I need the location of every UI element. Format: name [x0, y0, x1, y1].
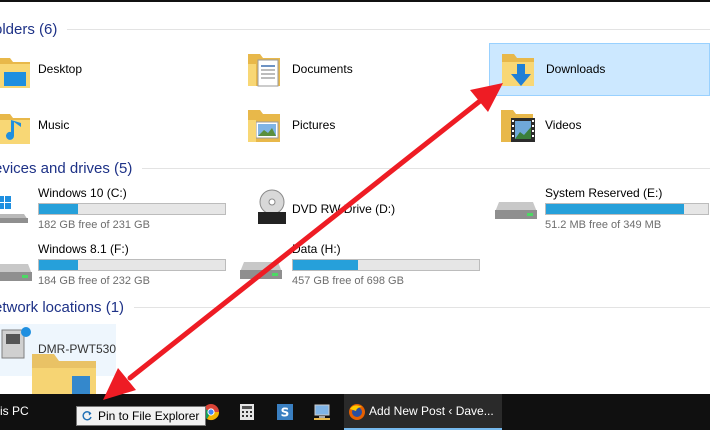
arrow-shaft: [127, 98, 483, 381]
arrow-head-bottom: [103, 368, 136, 400]
annotation-arrow: [103, 83, 503, 400]
